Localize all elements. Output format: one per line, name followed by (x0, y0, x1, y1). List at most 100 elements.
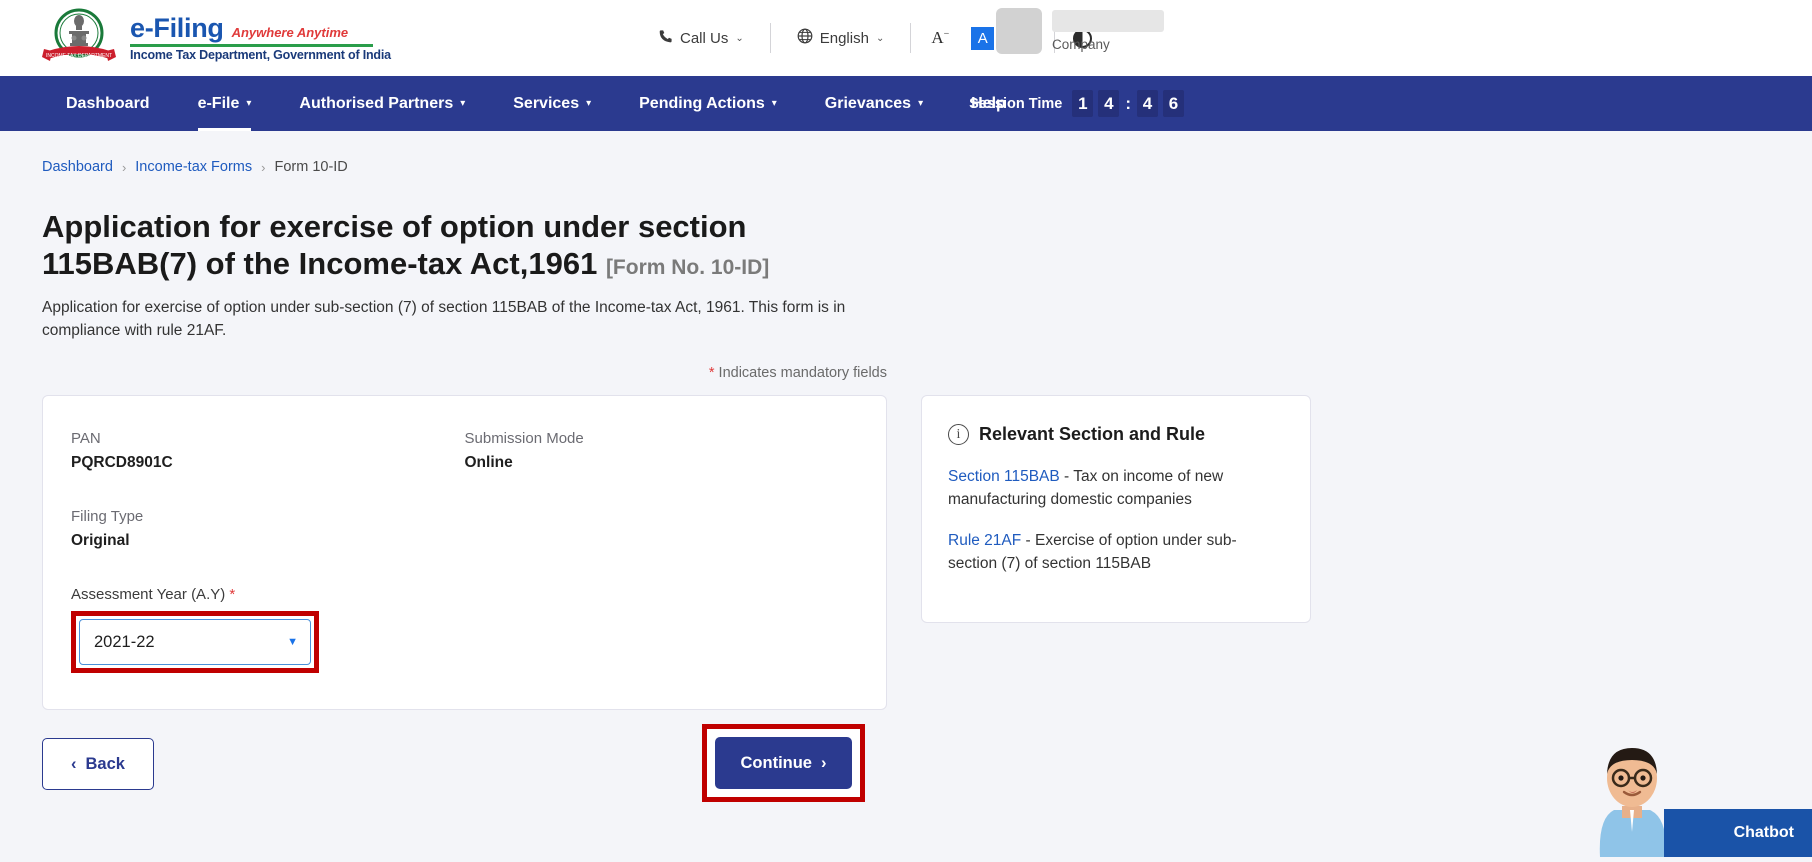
nav-item-services[interactable]: Services ▾ (489, 76, 615, 131)
brand-department: Income Tax Department, Government of Ind… (130, 49, 391, 62)
breadcrumb-item-dashboard[interactable]: Dashboard (42, 159, 113, 175)
nav-item-label: e-File (198, 95, 240, 113)
chevron-down-icon: ▾ (586, 98, 591, 109)
page-form-number: [Form No. 10-ID] (606, 256, 769, 279)
continue-button-label: Continue (741, 754, 813, 773)
assessment-year-value: 2021-22 (94, 633, 155, 652)
brand-logo[interactable]: INCOME TAX DEPARTMENT e-Filing Anywhere … (42, 7, 391, 69)
info-circle-icon: i (948, 424, 969, 445)
field-submission-mode: Submission Mode Online (465, 430, 859, 472)
assessment-year-group: Assessment Year (A.Y) * 2021-22 ▼ (71, 586, 858, 673)
field-pan: PAN PQRCD8901C (71, 430, 465, 472)
back-button[interactable]: ‹ Back (42, 738, 154, 790)
nav-item-label: Grievances (825, 95, 911, 113)
user-name-redacted (1052, 10, 1164, 32)
chevron-down-icon: ▾ (918, 98, 923, 109)
font-decrease-sup: − (944, 28, 950, 39)
continue-button[interactable]: Continue › (715, 737, 852, 789)
avatar (996, 8, 1042, 54)
field-label: PAN (71, 430, 465, 447)
divider (910, 23, 911, 53)
font-decrease-button[interactable]: A− (919, 28, 961, 48)
nav-item-pending-actions[interactable]: Pending Actions ▾ (615, 76, 801, 131)
field-label: Filing Type (71, 508, 465, 525)
nav-item-efile[interactable]: e-File ▾ (174, 76, 276, 131)
brand-title: e-Filing (130, 14, 224, 42)
nav-item-label: Services (513, 95, 579, 113)
chevron-down-icon: ▾ (246, 98, 251, 109)
relevant-section-title: Relevant Section and Rule (979, 424, 1205, 445)
font-decrease-label: A (931, 28, 943, 47)
user-role-label: Company (1052, 37, 1164, 52)
info-entry: Section 115BAB - Tax on income of new ma… (948, 465, 1284, 512)
required-marker: * (229, 586, 235, 603)
brand-tagline: Anywhere Anytime (232, 26, 349, 40)
page-title: Application for exercise of option under… (42, 209, 872, 282)
back-button-label: Back (86, 755, 125, 774)
session-separator: : (1124, 94, 1132, 114)
session-timer-label: Session Time (969, 96, 1062, 112)
breadcrumb-item-current: Form 10-ID (274, 159, 347, 175)
field-label: Submission Mode (465, 430, 859, 447)
assessment-year-label: Assessment Year (A.Y) * (71, 586, 858, 603)
mandatory-note-text: Indicates mandatory fields (719, 365, 887, 381)
form-card: PAN PQRCD8901C Filing Type Original Subm… (42, 395, 887, 710)
assessment-year-select[interactable]: 2021-22 ▼ (79, 619, 311, 665)
page-content: Dashboard › Income-tax Forms › Form 10-I… (0, 131, 1812, 790)
chevron-down-icon: ⌄ (876, 33, 884, 44)
chevron-down-icon: ▼ (287, 636, 298, 648)
nav-item-grievances[interactable]: Grievances ▾ (801, 76, 947, 131)
chevron-right-icon: › (821, 754, 827, 773)
india-national-emblem-icon: INCOME TAX DEPARTMENT (42, 7, 116, 69)
form-column-right: Submission Mode Online (465, 430, 859, 586)
top-utility-bar: INCOME TAX DEPARTMENT e-Filing Anywhere … (0, 0, 1812, 76)
form-column-left: PAN PQRCD8901C Filing Type Original (71, 430, 465, 586)
chevron-down-icon: ▾ (772, 98, 777, 109)
assessment-year-highlight-box: 2021-22 ▼ (71, 611, 319, 673)
call-us-label: Call Us (680, 30, 728, 47)
nav-item-dashboard[interactable]: Dashboard (42, 76, 174, 131)
globe-icon (797, 28, 813, 48)
session-timer: Session Time 1 4 : 4 6 (969, 76, 1184, 131)
relevant-section-header: i Relevant Section and Rule (948, 424, 1284, 445)
phone-icon (658, 29, 673, 48)
nav-item-authorised-partners[interactable]: Authorised Partners ▾ (275, 76, 489, 131)
section-115bab-link[interactable]: Section 115BAB (948, 468, 1060, 485)
info-entry: Rule 21AF - Exercise of option under sub… (948, 529, 1284, 576)
chatbot-button[interactable]: Chatbot (1664, 809, 1812, 857)
form-fields-grid: PAN PQRCD8901C Filing Type Original Subm… (71, 430, 858, 586)
language-menu[interactable]: English ⌄ (779, 28, 903, 48)
page-description: Application for exercise of option under… (42, 297, 882, 343)
nav-item-label: Authorised Partners (299, 95, 453, 113)
divider (770, 23, 771, 53)
session-digit: 4 (1137, 90, 1158, 117)
svg-text:INCOME TAX DEPARTMENT: INCOME TAX DEPARTMENT (46, 53, 112, 59)
chevron-down-icon: ▾ (460, 98, 465, 109)
font-normal-label: A (971, 27, 994, 50)
user-profile[interactable]: Company (996, 8, 1164, 54)
language-label: English (820, 30, 869, 47)
call-us-menu[interactable]: Call Us ⌄ (640, 29, 762, 48)
mandatory-fields-note: * Indicates mandatory fields (42, 365, 887, 381)
continue-highlight-box: Continue › (702, 724, 865, 802)
field-value: PQRCD8901C (71, 454, 465, 472)
breadcrumb-separator: › (261, 160, 265, 175)
relevant-section-panel: i Relevant Section and Rule Section 115B… (921, 395, 1311, 623)
breadcrumb-separator: › (122, 160, 126, 175)
breadcrumb-item-income-tax-forms[interactable]: Income-tax Forms (135, 159, 252, 175)
chatbot-label: Chatbot (1734, 824, 1794, 842)
brand-divider (130, 44, 373, 47)
session-digit: 6 (1163, 90, 1184, 117)
field-filing-type: Filing Type Original (71, 508, 465, 550)
assessment-year-label-text: Assessment Year (A.Y) (71, 586, 225, 603)
field-value: Online (465, 454, 859, 472)
chevron-left-icon: ‹ (71, 755, 77, 774)
nav-item-label: Dashboard (66, 95, 150, 113)
session-digit: 1 (1072, 90, 1093, 117)
nav-item-label: Pending Actions (639, 95, 765, 113)
breadcrumb: Dashboard › Income-tax Forms › Form 10-I… (42, 159, 1770, 175)
main-navigation: Dashboard e-File ▾ Authorised Partners ▾… (0, 76, 1812, 131)
chatbot-widget[interactable]: Chatbot (1570, 740, 1812, 857)
content-row: PAN PQRCD8901C Filing Type Original Subm… (42, 395, 1770, 710)
rule-21af-link[interactable]: Rule 21AF (948, 532, 1021, 549)
